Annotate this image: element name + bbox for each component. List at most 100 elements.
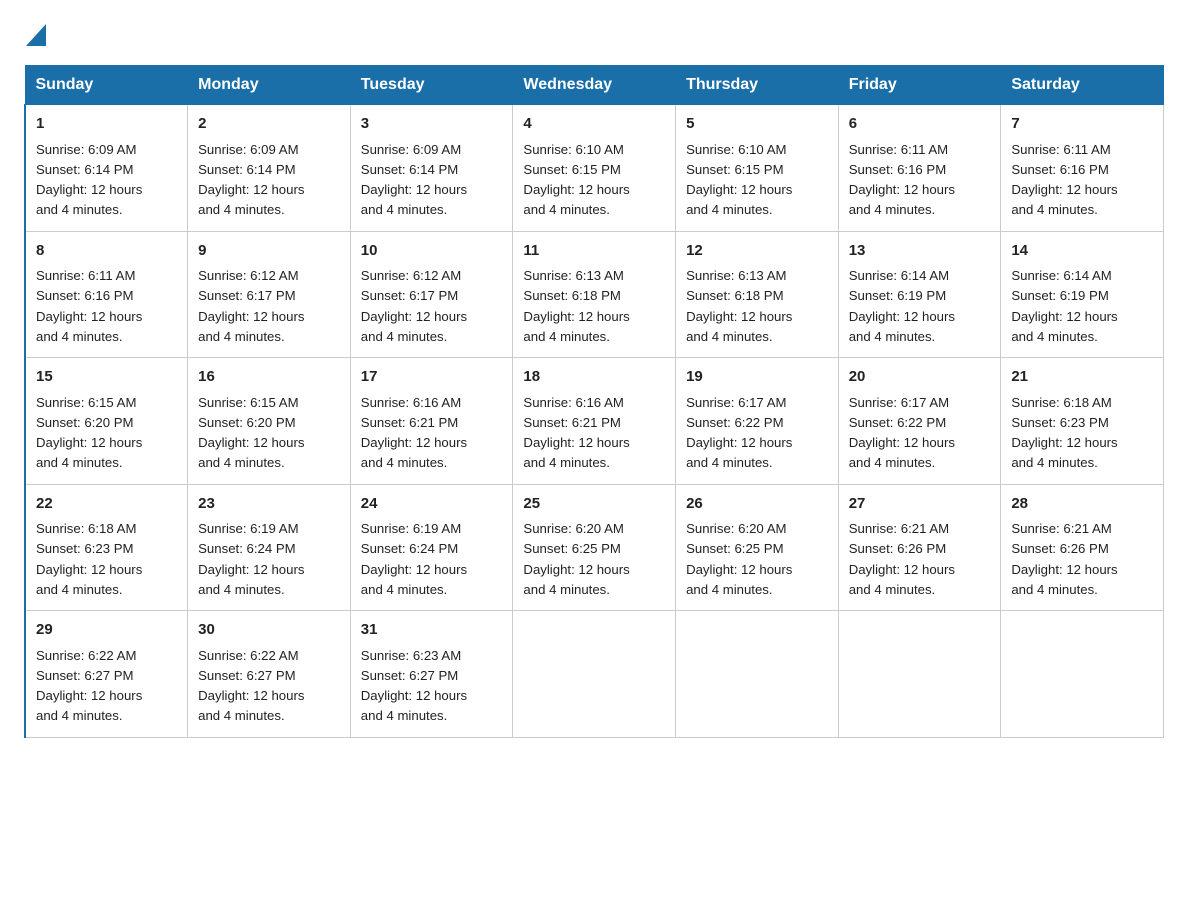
calendar-cell: 23 Sunrise: 6:19 AMSunset: 6:24 PMDayligh… [188, 484, 351, 611]
day-number: 30 [198, 619, 340, 642]
calendar-cell: 29Sunrise: 6:22 AMSunset: 6:27 PMDayligh… [25, 611, 188, 738]
week-row-5: 29 Sunrise: 6:22 AMSunset: 6:27 PMDayligh… [25, 611, 1164, 738]
day-number: 31 [361, 619, 503, 642]
day-number: 13 [849, 240, 991, 263]
calendar-cell [838, 611, 1001, 738]
calendar-cell: 18 Sunrise: 6:16 AMSunset: 6:21 PMDayligh… [513, 358, 676, 485]
calendar-cell: 5 Sunrise: 6:10 AMSunset: 6:15 PMDaylight… [676, 105, 839, 232]
day-number: 6 [849, 113, 991, 136]
day-header-saturday: Saturday [1001, 66, 1164, 105]
calendar-cell: 4 Sunrise: 6:10 AMSunset: 6:15 PMDaylight… [513, 105, 676, 232]
day-info: Sunrise: 6:13 AMSunset: 6:18 PMDaylight:… [523, 268, 629, 344]
calendar-cell: 1 Sunrise: 6:09 AMSunset: 6:14 PMDaylight… [25, 105, 188, 232]
day-info: Sunrise: 6:19 AMSunset: 6:24 PMDaylight:… [198, 521, 304, 597]
calendar-cell [1001, 611, 1164, 738]
logo [24, 24, 46, 45]
day-number: 12 [686, 240, 828, 263]
day-info: Sunrise: 6:16 AMSunset: 6:21 PMDaylight:… [523, 395, 629, 471]
day-info: Sunrise: 6:18 AMSunset: 6:23 PMDaylight:… [1011, 395, 1117, 471]
week-row-2: 8 Sunrise: 6:11 AMSunset: 6:16 PMDaylight… [25, 231, 1164, 358]
calendar-cell: 12 Sunrise: 6:13 AMSunset: 6:18 PMDayligh… [676, 231, 839, 358]
day-number: 23 [198, 493, 340, 516]
day-number: 19 [686, 366, 828, 389]
calendar-cell: 30 Sunrise: 6:22 AMSunset: 6:27 PMDayligh… [188, 611, 351, 738]
day-number: 18 [523, 366, 665, 389]
day-info: Sunrise: 6:22 AMSunset: 6:27 PMDaylight:… [198, 648, 304, 724]
calendar-cell: 19 Sunrise: 6:17 AMSunset: 6:22 PMDayligh… [676, 358, 839, 485]
day-info: Sunrise: 6:23 AMSunset: 6:27 PMDaylight:… [361, 648, 467, 724]
calendar-cell: 16Sunrise: 6:15 AMSunset: 6:20 PMDayligh… [188, 358, 351, 485]
day-number: 3 [361, 113, 503, 136]
day-info: Sunrise: 6:21 AMSunset: 6:26 PMDaylight:… [849, 521, 955, 597]
day-header-wednesday: Wednesday [513, 66, 676, 105]
calendar-cell: 24 Sunrise: 6:19 AMSunset: 6:24 PMDayligh… [350, 484, 513, 611]
day-info: Sunrise: 6:11 AMSunset: 6:16 PMDaylight:… [36, 268, 142, 344]
day-info: Sunrise: 6:12 AMSunset: 6:17 PMDaylight:… [361, 268, 467, 344]
day-number: 28 [1011, 493, 1153, 516]
day-info: Sunrise: 6:17 AMSunset: 6:22 PMDaylight:… [686, 395, 792, 471]
calendar-cell: 25 Sunrise: 6:20 AMSunset: 6:25 PMDayligh… [513, 484, 676, 611]
day-number: 15 [36, 366, 177, 389]
day-number: 24 [361, 493, 503, 516]
day-info: Sunrise: 6:09 AMSunset: 6:14 PMDaylight:… [361, 142, 467, 218]
day-number: 10 [361, 240, 503, 263]
day-info: Sunrise: 6:19 AMSunset: 6:24 PMDaylight:… [361, 521, 467, 597]
calendar-cell: 26 Sunrise: 6:20 AMSunset: 6:25 PMDayligh… [676, 484, 839, 611]
day-header-friday: Friday [838, 66, 1001, 105]
day-number: 25 [523, 493, 665, 516]
day-info: Sunrise: 6:10 AMSunset: 6:15 PMDaylight:… [523, 142, 629, 218]
day-header-thursday: Thursday [676, 66, 839, 105]
day-info: Sunrise: 6:09 AMSunset: 6:14 PMDaylight:… [198, 142, 304, 218]
day-info: Sunrise: 6:14 AMSunset: 6:19 PMDaylight:… [849, 268, 955, 344]
page-header [24, 24, 1164, 45]
day-info: Sunrise: 6:20 AMSunset: 6:25 PMDaylight:… [523, 521, 629, 597]
calendar-cell [513, 611, 676, 738]
day-info: Sunrise: 6:10 AMSunset: 6:15 PMDaylight:… [686, 142, 792, 218]
calendar-cell: 28 Sunrise: 6:21 AMSunset: 6:26 PMDayligh… [1001, 484, 1164, 611]
day-headers-row: SundayMondayTuesdayWednesdayThursdayFrid… [25, 66, 1164, 105]
week-row-4: 22Sunrise: 6:18 AMSunset: 6:23 PMDayligh… [25, 484, 1164, 611]
day-number: 21 [1011, 366, 1153, 389]
day-number: 14 [1011, 240, 1153, 263]
day-number: 8 [36, 240, 177, 263]
day-number: 16 [198, 366, 340, 389]
day-header-tuesday: Tuesday [350, 66, 513, 105]
day-number: 4 [523, 113, 665, 136]
day-number: 9 [198, 240, 340, 263]
calendar-cell: 9Sunrise: 6:12 AMSunset: 6:17 PMDaylight… [188, 231, 351, 358]
calendar-cell: 2 Sunrise: 6:09 AMSunset: 6:14 PMDaylight… [188, 105, 351, 232]
calendar-cell [676, 611, 839, 738]
day-number: 26 [686, 493, 828, 516]
day-number: 11 [523, 240, 665, 263]
day-info: Sunrise: 6:11 AMSunset: 6:16 PMDaylight:… [849, 142, 955, 218]
week-row-1: 1 Sunrise: 6:09 AMSunset: 6:14 PMDaylight… [25, 105, 1164, 232]
day-number: 17 [361, 366, 503, 389]
calendar-cell: 27Sunrise: 6:21 AMSunset: 6:26 PMDayligh… [838, 484, 1001, 611]
day-info: Sunrise: 6:20 AMSunset: 6:25 PMDaylight:… [686, 521, 792, 597]
calendar-cell: 11 Sunrise: 6:13 AMSunset: 6:18 PMDayligh… [513, 231, 676, 358]
day-info: Sunrise: 6:18 AMSunset: 6:23 PMDaylight:… [36, 521, 142, 597]
calendar-cell: 8 Sunrise: 6:11 AMSunset: 6:16 PMDaylight… [25, 231, 188, 358]
calendar-cell: 14 Sunrise: 6:14 AMSunset: 6:19 PMDayligh… [1001, 231, 1164, 358]
day-number: 7 [1011, 113, 1153, 136]
calendar-cell: 22Sunrise: 6:18 AMSunset: 6:23 PMDayligh… [25, 484, 188, 611]
day-info: Sunrise: 6:17 AMSunset: 6:22 PMDaylight:… [849, 395, 955, 471]
day-info: Sunrise: 6:21 AMSunset: 6:26 PMDaylight:… [1011, 521, 1117, 597]
calendar-cell: 17 Sunrise: 6:16 AMSunset: 6:21 PMDayligh… [350, 358, 513, 485]
calendar-cell: 3 Sunrise: 6:09 AMSunset: 6:14 PMDaylight… [350, 105, 513, 232]
day-number: 1 [36, 113, 177, 136]
week-row-3: 15Sunrise: 6:15 AMSunset: 6:20 PMDayligh… [25, 358, 1164, 485]
day-number: 5 [686, 113, 828, 136]
day-info: Sunrise: 6:09 AMSunset: 6:14 PMDaylight:… [36, 142, 142, 218]
day-number: 20 [849, 366, 991, 389]
day-info: Sunrise: 6:16 AMSunset: 6:21 PMDaylight:… [361, 395, 467, 471]
day-header-monday: Monday [188, 66, 351, 105]
calendar-cell: 15Sunrise: 6:15 AMSunset: 6:20 PMDayligh… [25, 358, 188, 485]
calendar-cell: 13 Sunrise: 6:14 AMSunset: 6:19 PMDayligh… [838, 231, 1001, 358]
day-info: Sunrise: 6:13 AMSunset: 6:18 PMDaylight:… [686, 268, 792, 344]
day-info: Sunrise: 6:14 AMSunset: 6:19 PMDaylight:… [1011, 268, 1117, 344]
day-header-sunday: Sunday [25, 66, 188, 105]
day-number: 2 [198, 113, 340, 136]
day-number: 29 [36, 619, 177, 642]
calendar-cell: 20 Sunrise: 6:17 AMSunset: 6:22 PMDayligh… [838, 358, 1001, 485]
